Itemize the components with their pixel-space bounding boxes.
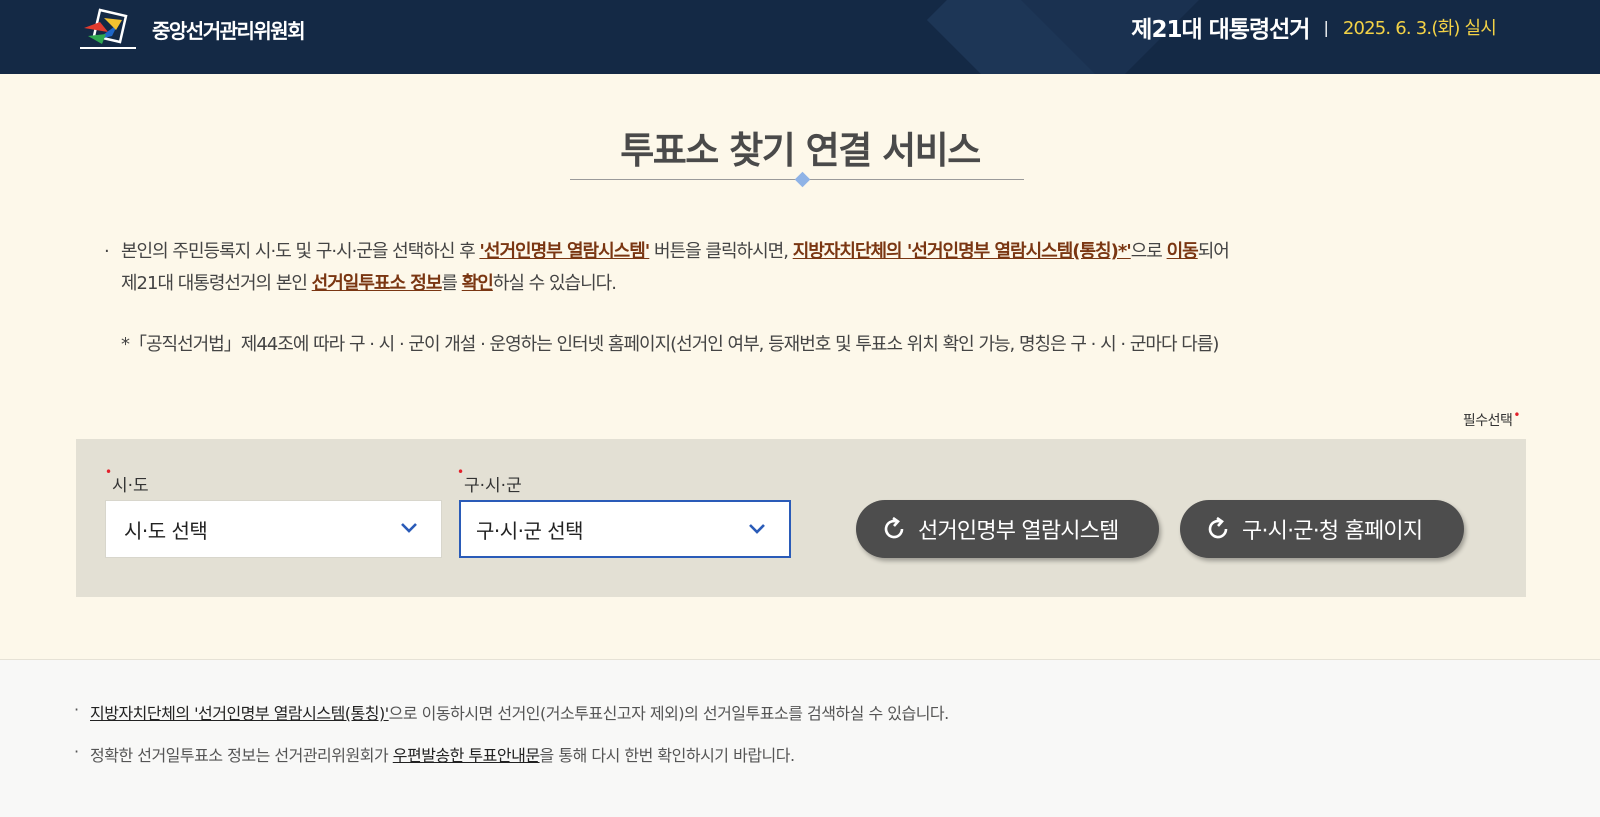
desc-text: 으로 (1130, 241, 1167, 262)
election-date: 2025. 6. 3.(화) 실시 (1342, 18, 1497, 39)
chevron-down-icon (401, 523, 417, 533)
page-title: 투표소 찾기 연결 서비스 (620, 129, 981, 172)
org-name: 중앙선거관리위원회 (152, 18, 306, 43)
gusigun-select[interactable]: 구·시·군 선택 (459, 500, 791, 558)
gusigun-label: • 구·시·군 (457, 465, 522, 496)
site-logo[interactable]: 중앙선거관리위원회 (78, 6, 306, 52)
desc-text: 를 (441, 273, 462, 294)
district-homepage-button[interactable]: 구·시·군·청 홈페이지 (1180, 500, 1464, 558)
site-header: 중앙선거관리위원회 제21대 대통령선거 | 2025. 6. 3.(화) 실시 (0, 0, 1600, 74)
registry-system-button[interactable]: 선거인명부 열람시스템 (856, 500, 1159, 558)
gusigun-label-text: 구·시·군 (464, 476, 522, 496)
bullet: · (74, 742, 79, 761)
desc-text: 제21대 대통령선거의 본인 (121, 273, 312, 294)
desc-text: 하실 수 있습니다. (492, 273, 617, 294)
footer-notes: · 지방자치단체의 '선거인명부 열람시스템(통칭)'으로 이동하시면 선거인(… (74, 700, 1524, 784)
registry-button-label: 선거인명부 열람시스템 (918, 519, 1119, 544)
refresh-icon (884, 516, 904, 539)
footer-note-text: 정확한 선거일투표소 정보는 선거관리위원회가 (90, 746, 393, 765)
required-mark: • (1513, 408, 1520, 422)
footer-note-text: 을 통해 다시 한번 확인하시기 바랍니다. (539, 746, 796, 765)
footer-note: · 정확한 선거일투표소 정보는 선거관리위원회가 우편발송한 투표안내문을 통… (74, 742, 1524, 765)
election-info: 제21대 대통령선거 | 2025. 6. 3.(화) 실시 (1131, 12, 1497, 43)
sido-label: • 시·도 (105, 465, 149, 496)
election-name: 제21대 대통령선거 (1131, 17, 1310, 43)
required-label: 필수선택 (1462, 413, 1513, 429)
required-legend: 필수선택• (1462, 408, 1521, 430)
desc-highlight: 선거일투표소 정보 (311, 273, 443, 294)
gusigun-select-value: 구·시·군 선택 (476, 518, 584, 543)
bullet: · (74, 700, 79, 719)
required-mark: • (457, 465, 465, 479)
homepage-button-label: 구·시·군·청 홈페이지 (1242, 519, 1423, 544)
separator: | (1323, 17, 1329, 37)
service-description: · 본인의 주민등록지 시·도 및 구·시·군을 선택하신 후 '선거인명부 열… (104, 236, 1404, 361)
desc-text: 되어 (1197, 241, 1230, 262)
title-diamond-icon (794, 171, 811, 188)
desc-text: 본인의 주민등록지 시·도 및 구·시·군을 선택하신 후 (121, 241, 480, 262)
chevron-down-icon (749, 524, 765, 534)
desc-highlight: 이동 (1166, 241, 1199, 262)
main-content: 투표소 찾기 연결 서비스 · 본인의 주민등록지 시·도 및 구·시·군을 선… (0, 74, 1600, 660)
desc-text: 버튼을 클릭하시면, (649, 241, 793, 262)
sido-select[interactable]: 시·도 선택 (105, 500, 442, 558)
voting-guide-link[interactable]: 우편발송한 투표안내문 (393, 746, 540, 765)
nec-logo-icon (80, 8, 136, 49)
sido-label-text: 시·도 (112, 476, 149, 496)
desc-highlight: 지방자치단체의 '선거인명부 열람시스템(통칭)*' (792, 241, 1132, 262)
law-note: *「공직선거법」제44조에 따라 구 · 시 · 군이 개설 · 운영하는 인터… (121, 334, 1219, 355)
desc-highlight: 확인 (461, 273, 494, 294)
desc-highlight: '선거인명부 열람시스템' (479, 241, 650, 262)
footer-note: · 지방자치단체의 '선거인명부 열람시스템(통칭)'으로 이동하시면 선거인(… (74, 700, 1524, 723)
description-text: 본인의 주민등록지 시·도 및 구·시·군을 선택하신 후 '선거인명부 열람시… (121, 236, 1404, 300)
bullet: · (104, 241, 110, 262)
sido-select-value: 시·도 선택 (124, 518, 208, 543)
search-panel: • 시·도 시·도 선택 • 구·시·군 구·시·군 선택 선거인명부 열람시스템 (76, 439, 1526, 597)
registry-link[interactable]: 지방자치단체의 '선거인명부 열람시스템(통칭)' (90, 704, 389, 723)
required-mark: • (105, 465, 113, 479)
refresh-icon (1208, 516, 1228, 539)
footer-note-text: 으로 이동하시면 선거인(거소투표신고자 제외)의 선거일투표소를 검색하실 수… (388, 704, 950, 723)
